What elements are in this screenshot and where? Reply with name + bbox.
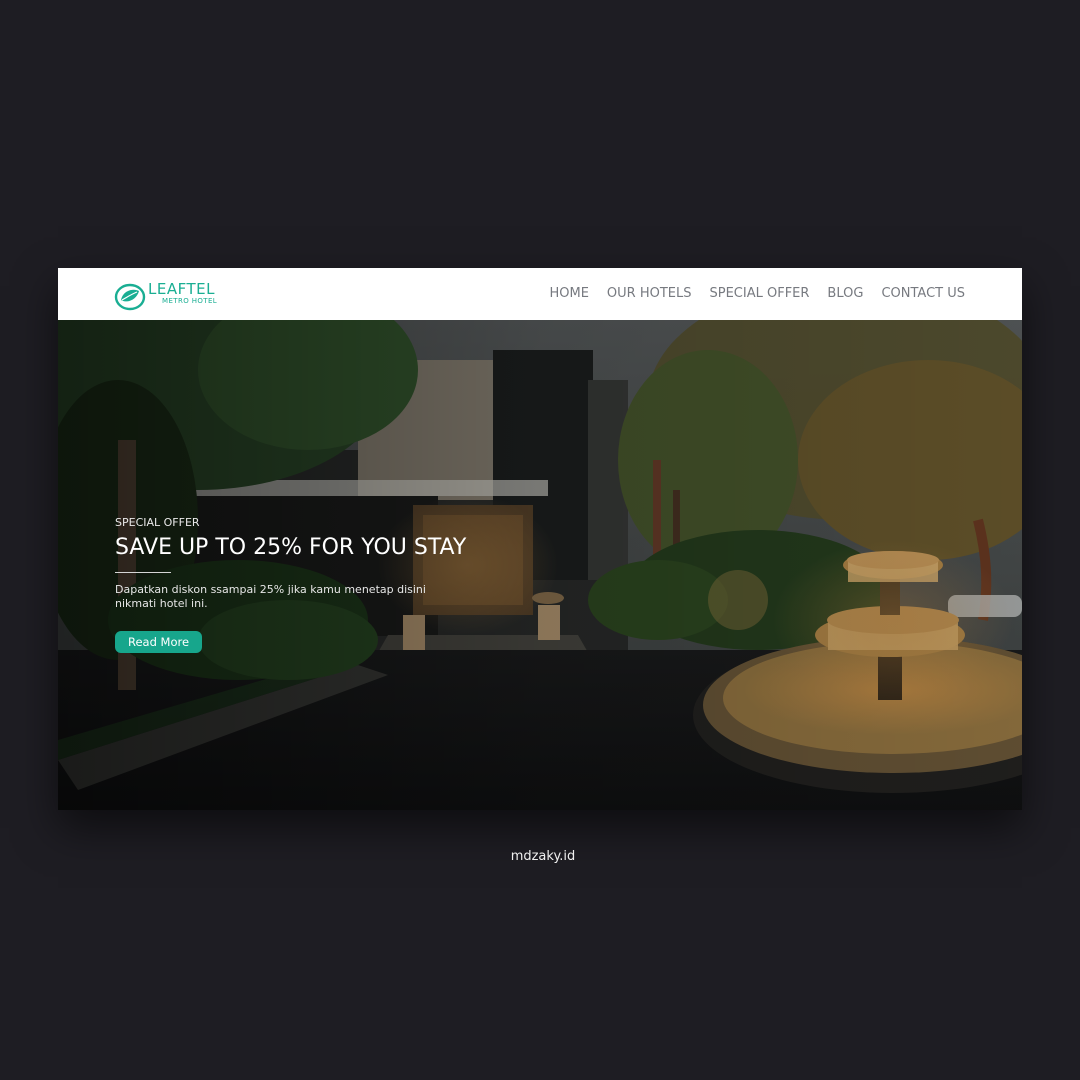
nav-item-contact-us[interactable]: CONTACT US (881, 286, 965, 301)
leaf-icon (114, 283, 146, 311)
hero-divider (115, 572, 171, 573)
brand-tagline: METRO HOTEL (162, 297, 218, 305)
main-nav: HOME OUR HOTELS SPECIAL OFFER BLOG CONTA… (549, 286, 965, 301)
hero-headline: SAVE UP TO 25% FOR YOU STAY (115, 535, 467, 560)
author-credit: mdzaky.id (510, 849, 576, 864)
read-more-button[interactable]: Read More (115, 631, 203, 653)
hero-content: SPECIAL OFFER SAVE UP TO 25% FOR YOU STA… (115, 516, 495, 653)
brand-name: LEAFTEL (148, 280, 215, 298)
nav-item-special-offer[interactable]: SPECIAL OFFER (710, 286, 810, 301)
nav-item-our-hotels[interactable]: OUR HOTELS (607, 286, 692, 301)
navbar: LEAFTEL METRO HOTEL HOME OUR HOTELS SPEC… (58, 268, 1022, 320)
nav-item-blog[interactable]: BLOG (827, 286, 863, 301)
website-mockup: LEAFTEL METRO HOTEL HOME OUR HOTELS SPEC… (58, 268, 1022, 810)
brand-logo[interactable]: LEAFTEL METRO HOTEL (114, 280, 234, 311)
hero-description: Dapatkan diskon ssampai 25% jika kamu me… (115, 583, 426, 610)
hero-eyebrow: SPECIAL OFFER (115, 516, 200, 529)
nav-item-home[interactable]: HOME (549, 286, 588, 301)
hero-banner: SPECIAL OFFER SAVE UP TO 25% FOR YOU STA… (58, 320, 1022, 810)
